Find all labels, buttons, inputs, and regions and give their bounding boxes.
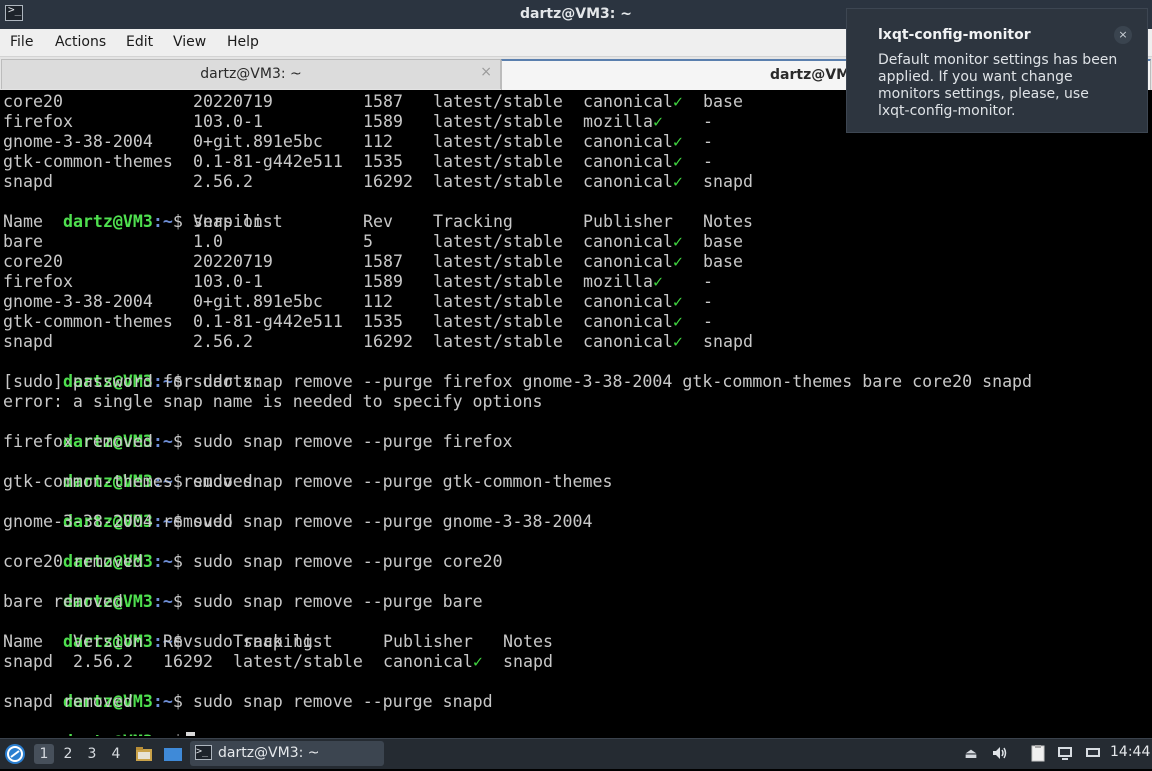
prompt-line: dartz@VM3:~$ sudo snap remove --purge co… xyxy=(62,552,503,571)
output-line: gnome-3-38-2004 removed xyxy=(3,512,233,531)
verified-check-icon: ✓ xyxy=(672,132,683,151)
close-icon[interactable]: × xyxy=(1114,26,1132,44)
prompt-line: dartz@VM3:~$ sudo snap remove --purge fi… xyxy=(62,432,513,451)
task-label: dartz@VM3: ~ xyxy=(218,745,320,761)
eject-icon[interactable]: ⏏ xyxy=(961,744,981,764)
output-line: firefox removed xyxy=(3,432,153,451)
table-row: gnome-3-38-2004 0+git.891e5bc 112 latest/st… xyxy=(3,132,713,151)
lxqt-logo-icon xyxy=(7,746,23,762)
notification-title: lxqt-config-monitor xyxy=(878,27,1031,43)
output-line: core20 removed xyxy=(3,552,143,571)
table-row: snapd 2.56.2 16292 latest/stable canonical✓ s… xyxy=(3,332,753,351)
menu-help[interactable]: Help xyxy=(227,34,259,50)
prompt-line: dartz@VM3:~$ sudo snap remove --purge gn… xyxy=(62,512,593,531)
verified-check-icon: ✓ xyxy=(672,332,683,351)
verified-check-icon: ✓ xyxy=(672,312,683,331)
prompt-line: dartz@VM3:~$ sudo snap list xyxy=(62,632,333,651)
verified-check-icon: ✓ xyxy=(672,252,683,271)
display-settings-icon[interactable] xyxy=(1083,744,1103,764)
prompt-line: dartz@VM3:~$ xyxy=(3,712,195,736)
clock[interactable]: 14:44 xyxy=(1110,744,1150,760)
text-cursor[interactable] xyxy=(185,732,195,736)
table-row: firefox 103.0-1 1589 latest/stable mozilla✓ - xyxy=(3,112,713,131)
table-row: gtk-common-themes 0.1-81-g442e511 1535 late… xyxy=(3,152,713,171)
menu-file[interactable]: File xyxy=(10,34,33,50)
verified-check-icon: ✓ xyxy=(672,92,683,111)
menu-view[interactable]: View xyxy=(173,34,206,50)
table-row: core20 20220719 1587 latest/stable canonical… xyxy=(3,92,743,111)
prompt-line: dartz@VM3:~$ sudo snap remove --purge ba… xyxy=(62,592,483,611)
prompt-line: dartz@VM3:~$ snap list xyxy=(62,212,283,231)
table-row: snapd 2.56.2 16292 latest/stable canonical✓ s… xyxy=(3,652,553,671)
prompt-line: dartz@VM3:~$ sudo snap remove --purge gt… xyxy=(62,472,613,491)
tab-label: dartz@VM3: ~ xyxy=(200,66,302,82)
notification-body: Default monitor settings has been applie… xyxy=(878,52,1118,119)
desktop-1-button[interactable]: 1 xyxy=(34,744,54,764)
tab-terminal-1[interactable]: dartz@VM3: ~ × xyxy=(1,59,501,89)
taskbar-task-terminal[interactable]: >_ dartz@VM3: ~ xyxy=(190,741,384,766)
menu-edit[interactable]: Edit xyxy=(126,34,153,50)
start-menu-icon[interactable] xyxy=(5,744,25,764)
clipboard-icon[interactable] xyxy=(1028,744,1048,764)
desktop-4-button[interactable]: 4 xyxy=(106,744,126,764)
table-header: Name Version Rev Tracking Publisher Notes xyxy=(3,212,753,231)
output-line: [sudo] password for dartz: xyxy=(3,372,263,391)
menu-actions[interactable]: Actions xyxy=(55,34,106,50)
verified-check-icon: ✓ xyxy=(672,232,683,251)
error-line: error: a single snap name is needed to s… xyxy=(3,392,543,411)
network-icon[interactable] xyxy=(1055,744,1075,764)
terminal-output[interactable]: core20 20220719 1587 latest/stable canonical… xyxy=(2,92,1150,736)
volume-icon[interactable] xyxy=(990,744,1010,764)
desktop-3-button[interactable]: 3 xyxy=(82,744,102,764)
notification-popup[interactable]: lxqt-config-monitor × Default monitor se… xyxy=(846,8,1148,133)
desktop-2-button[interactable]: 2 xyxy=(58,744,78,764)
verified-check-icon: ✓ xyxy=(652,272,663,291)
verified-check-icon: ✓ xyxy=(672,292,683,311)
taskbar: 1 2 3 4 >_ dartz@VM3: ~ ⏏ 14:44 xyxy=(0,738,1152,769)
table-row: gnome-3-38-2004 0+git.891e5bc 112 latest/st… xyxy=(3,292,713,311)
verified-check-icon: ✓ xyxy=(652,112,663,131)
table-header: Name Version Rev Tracking Publisher Notes xyxy=(3,632,553,651)
table-row: snapd 2.56.2 16292 latest/stable canonical✓ s… xyxy=(3,172,753,191)
table-row: core20 20220719 1587 latest/stable canonical… xyxy=(3,252,743,271)
table-row: firefox 103.0-1 1589 latest/stable mozilla✓ - xyxy=(3,272,713,291)
prompt-line: dartz@VM3:~$ sudo snap remove --purge sn… xyxy=(62,692,493,711)
output-line: bare removed xyxy=(3,592,123,611)
prompt-line: dartz@VM3:~$ sudo snap remove --purge fi… xyxy=(62,372,1033,391)
table-row: gtk-common-themes 0.1-81-g442e511 1535 late… xyxy=(3,312,713,331)
verified-check-icon: ✓ xyxy=(672,172,683,191)
show-desktop-icon[interactable] xyxy=(163,744,183,764)
file-manager-icon[interactable] xyxy=(134,744,154,764)
verified-check-icon: ✓ xyxy=(472,652,483,671)
verified-check-icon: ✓ xyxy=(672,152,683,171)
table-row: bare 1.0 5 latest/stable canonical✓ base xyxy=(3,232,743,251)
output-line: gtk-common-themes removed xyxy=(3,472,253,491)
tab-close-icon[interactable]: × xyxy=(480,64,492,80)
output-line: snapd removed xyxy=(3,692,133,711)
terminal-icon: >_ xyxy=(195,745,212,760)
